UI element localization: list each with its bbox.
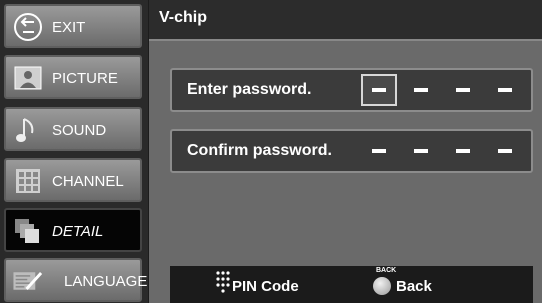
page-title: V-chip (159, 9, 208, 26)
title-bar: V-chip (149, 0, 542, 41)
sidebar: EXIT PICTURE SOUND CHANNEL DETAIL LANGUA… (0, 0, 148, 303)
confirm-password-row[interactable]: Confirm password. (170, 129, 533, 173)
password-digit-3[interactable] (445, 74, 481, 106)
sidebar-item-label: SOUND (52, 122, 107, 139)
back-button-icon (373, 277, 391, 295)
sidebar-item-label: CHANNEL (52, 173, 124, 190)
back-hint: Back (396, 278, 432, 295)
confirm-digit-1[interactable] (361, 135, 397, 167)
password-digit-1[interactable] (361, 74, 397, 106)
enter-password-label: Enter password. (187, 81, 312, 98)
sidebar-item-label: EXIT (52, 19, 86, 36)
sidebar-item-label: PICTURE (52, 70, 118, 87)
confirm-password-label: Confirm password. (187, 142, 332, 159)
sidebar-item-picture[interactable]: PICTURE (4, 55, 142, 99)
vchip-panel: V-chip Enter password. Confirm password.… (149, 0, 542, 303)
numeric-keypad-icon (216, 271, 230, 300)
back-button-caption: BACK (376, 267, 397, 274)
help-bar: PIN Code BACK Back (170, 266, 533, 303)
detail-layers-icon (12, 216, 44, 246)
sidebar-item-label: DETAIL (52, 223, 104, 240)
confirm-digit-3[interactable] (445, 135, 481, 167)
language-icon (12, 266, 44, 296)
sidebar-item-sound[interactable]: SOUND (4, 107, 142, 151)
enter-password-row[interactable]: Enter password. (170, 68, 533, 112)
password-digit-2[interactable] (403, 74, 439, 106)
sidebar-item-label: LANGUAGE (64, 273, 148, 290)
confirm-digit-4[interactable] (487, 135, 523, 167)
sidebar-item-language[interactable]: LANGUAGE (4, 258, 147, 302)
sidebar-item-detail[interactable]: DETAIL (4, 208, 142, 252)
music-note-icon (12, 115, 44, 145)
pin-code-hint: PIN Code (232, 278, 299, 295)
exit-arrow-icon (12, 12, 44, 42)
password-digit-4[interactable] (487, 74, 523, 106)
picture-icon (12, 63, 44, 93)
confirm-digit-2[interactable] (403, 135, 439, 167)
sidebar-item-channel[interactable]: CHANNEL (4, 158, 142, 202)
channel-grid-icon (12, 166, 44, 196)
sidebar-item-exit[interactable]: EXIT (4, 4, 142, 48)
